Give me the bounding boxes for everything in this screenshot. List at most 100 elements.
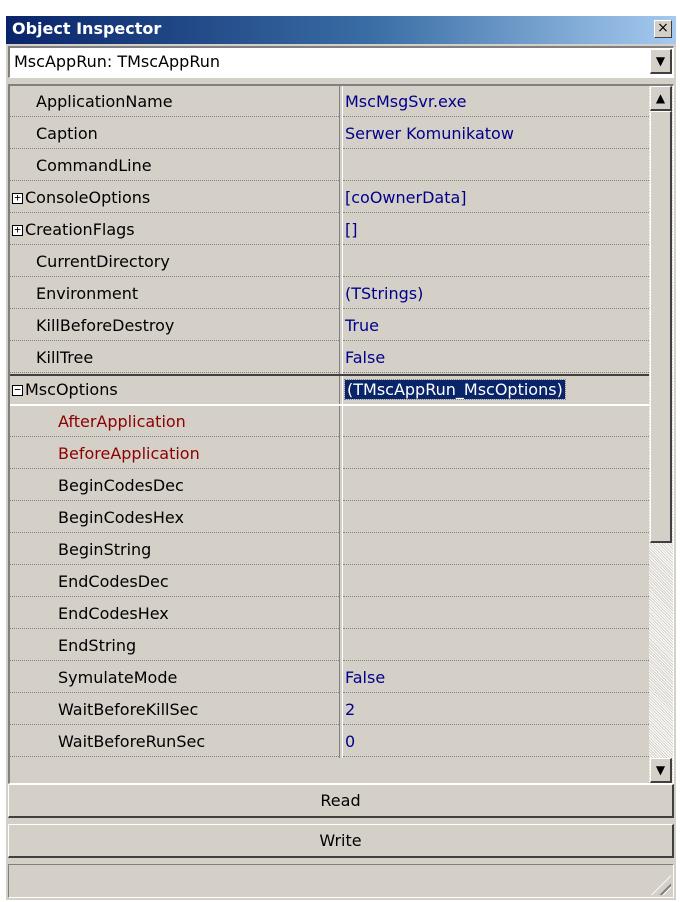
property-row[interactable]: EndCodesDec (10, 566, 649, 598)
property-value[interactable] (343, 438, 649, 469)
property-value[interactable]: (TMscAppRun_MscOptions) (343, 376, 649, 404)
property-name-text: ConsoleOptions (25, 188, 151, 207)
property-name[interactable]: WaitBeforeRunSec (10, 726, 339, 757)
read-button[interactable]: Read (8, 784, 674, 818)
property-value-text: [coOwnerData] (345, 188, 467, 207)
property-value[interactable]: [] (343, 214, 649, 245)
property-name[interactable]: + ConsoleOptions (10, 182, 339, 213)
property-row[interactable]: WaitBeforeKillSec 2 (10, 694, 649, 726)
property-row[interactable]: EndCodesHex (10, 598, 649, 630)
property-name[interactable]: − MscOptions (10, 376, 339, 404)
property-value-text: [] (345, 220, 358, 239)
object-selector-combobox[interactable]: MscAppRun: TMscAppRun ▼ (8, 46, 674, 78)
property-value[interactable] (343, 630, 649, 661)
property-row[interactable]: AfterApplication (10, 406, 649, 438)
property-value[interactable] (343, 470, 649, 501)
property-row[interactable]: BeginCodesHex (10, 502, 649, 534)
property-value[interactable]: (TStrings) (343, 278, 649, 309)
close-button[interactable]: × (654, 20, 672, 38)
property-row[interactable]: KillBeforeDestroy True (10, 310, 649, 342)
property-name-text: BeginString (58, 540, 152, 559)
scroll-thumb[interactable] (650, 111, 672, 543)
property-name-text: Environment (36, 284, 139, 303)
window-title: Object Inspector (12, 19, 162, 38)
object-selector-value: MscAppRun: TMscAppRun (14, 52, 220, 71)
property-value[interactable]: 0 (343, 726, 649, 757)
property-row[interactable]: + CreationFlags [] (10, 214, 649, 246)
property-value[interactable]: False (343, 342, 649, 373)
property-row[interactable]: CommandLine (10, 150, 649, 182)
property-row[interactable]: WaitBeforeRunSec 0 (10, 726, 649, 758)
property-name[interactable]: EndString (10, 630, 339, 661)
property-row[interactable]: + ConsoleOptions [coOwnerData] (10, 182, 649, 214)
property-value[interactable]: [coOwnerData] (343, 182, 649, 213)
property-value-text: 0 (345, 732, 356, 751)
property-name-text: MscOptions (25, 380, 118, 399)
combobox-dropdown-button[interactable]: ▼ (650, 49, 672, 74)
property-value[interactable] (343, 598, 649, 629)
property-row[interactable]: SymulateMode False (10, 662, 649, 694)
property-name[interactable]: BeginString (10, 534, 339, 565)
property-name-text: BeforeApplication (58, 444, 200, 463)
scroll-up-button[interactable]: ▲ (650, 86, 672, 111)
property-name-text: SymulateMode (58, 668, 178, 687)
property-value[interactable]: 2 (343, 694, 649, 725)
expand-icon[interactable]: + (12, 192, 23, 204)
status-bar (8, 864, 674, 898)
property-name[interactable]: Caption (10, 118, 339, 149)
property-name[interactable]: Environment (10, 278, 339, 309)
property-row[interactable]: EndString (10, 630, 649, 662)
property-value-text: 2 (345, 700, 356, 719)
property-name[interactable]: AfterApplication (10, 406, 339, 437)
property-name[interactable]: BeginCodesDec (10, 470, 339, 501)
property-name-text: EndString (58, 636, 137, 655)
title-bar[interactable]: Object Inspector × (6, 16, 676, 44)
property-row[interactable]: Environment (TStrings) (10, 278, 649, 310)
property-rows: ApplicationName MscMsgSvr.exe Caption Serwe… (10, 86, 649, 758)
property-row[interactable]: KillTree False (10, 342, 649, 374)
property-name[interactable]: + CreationFlags (10, 214, 339, 245)
property-name-text: EndCodesDec (58, 572, 169, 591)
property-name-text: BeginCodesHex (58, 508, 184, 527)
property-value[interactable] (343, 406, 649, 437)
property-value[interactable] (343, 534, 649, 565)
property-value[interactable]: MscMsgSvr.exe (343, 86, 649, 117)
expand-icon[interactable]: + (12, 224, 23, 236)
property-row[interactable]: − MscOptions (TMscAppRun_MscOptions) (10, 374, 649, 406)
property-name-text: BeginCodesDec (58, 476, 184, 495)
property-value-text: (TStrings) (345, 284, 424, 303)
resize-grip-icon[interactable] (651, 875, 671, 895)
property-name-text: Caption (36, 124, 98, 143)
property-value[interactable]: True (343, 310, 649, 341)
property-name[interactable]: BeginCodesHex (10, 502, 339, 533)
collapse-icon[interactable]: − (12, 384, 23, 396)
write-button[interactable]: Write (8, 824, 674, 858)
property-value[interactable] (343, 502, 649, 533)
property-row[interactable]: Caption Serwer Komunikatow (10, 118, 649, 150)
property-name-text: CurrentDirectory (36, 252, 170, 271)
property-row[interactable]: ApplicationName MscMsgSvr.exe (10, 86, 649, 118)
vertical-scrollbar[interactable]: ▲ ▼ (649, 86, 673, 783)
scroll-down-button[interactable]: ▼ (650, 758, 672, 783)
property-row[interactable]: CurrentDirectory (10, 246, 649, 278)
property-value[interactable] (343, 566, 649, 597)
property-name-text: WaitBeforeKillSec (58, 700, 199, 719)
property-value[interactable] (343, 246, 649, 277)
property-name[interactable]: BeforeApplication (10, 438, 339, 469)
property-value[interactable]: Serwer Komunikatow (343, 118, 649, 149)
property-name[interactable]: WaitBeforeKillSec (10, 694, 339, 725)
property-value[interactable]: False (343, 662, 649, 693)
property-value-text: False (345, 348, 386, 367)
property-name[interactable]: CommandLine (10, 150, 339, 181)
property-name[interactable]: KillTree (10, 342, 339, 373)
property-row[interactable]: BeginCodesDec (10, 470, 649, 502)
property-row[interactable]: BeginString (10, 534, 649, 566)
property-name[interactable]: SymulateMode (10, 662, 339, 693)
property-value[interactable] (343, 150, 649, 181)
property-name[interactable]: ApplicationName (10, 86, 339, 117)
property-name[interactable]: CurrentDirectory (10, 246, 339, 277)
property-name[interactable]: KillBeforeDestroy (10, 310, 339, 341)
property-name[interactable]: EndCodesHex (10, 598, 339, 629)
property-row[interactable]: BeforeApplication (10, 438, 649, 470)
property-name[interactable]: EndCodesDec (10, 566, 339, 597)
